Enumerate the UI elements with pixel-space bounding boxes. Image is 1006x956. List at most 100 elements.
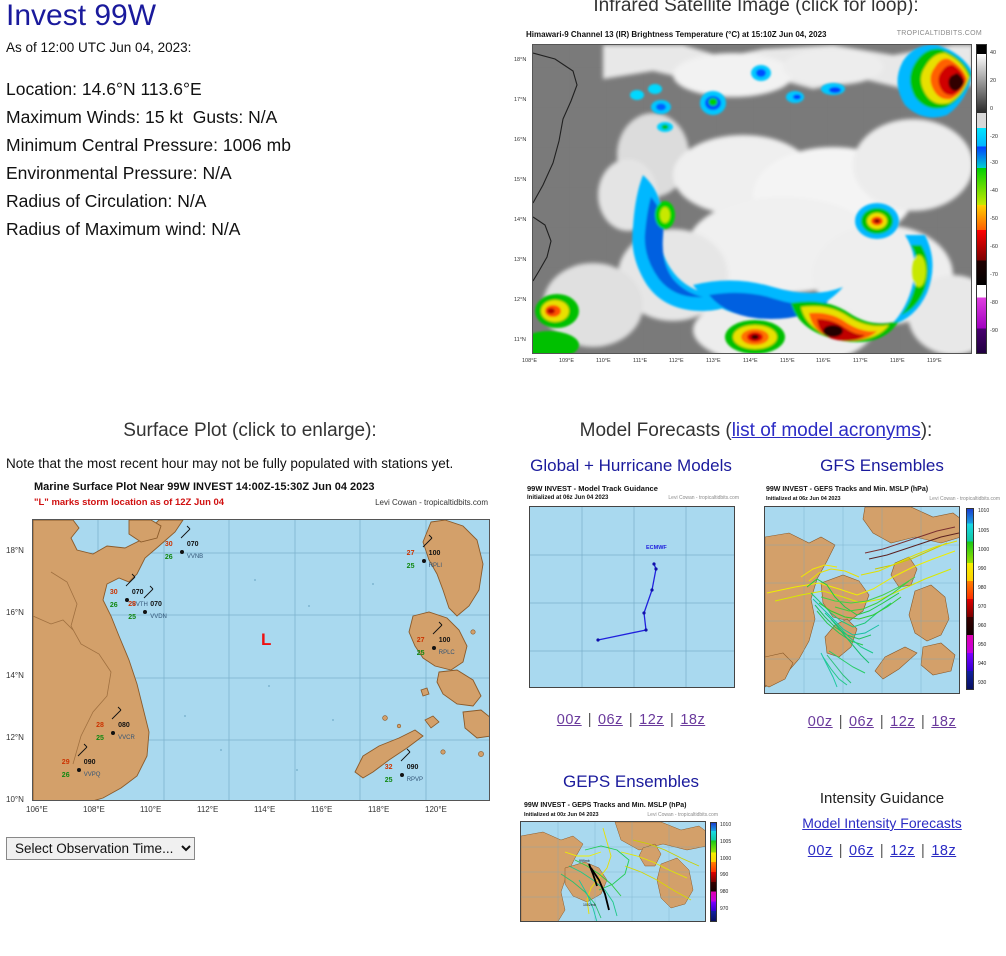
model-acronyms-link[interactable]: list of model acronyms (732, 420, 921, 441)
sat-ytick-1: 17°N (514, 97, 527, 103)
gefs-ensembles-image[interactable]: 99W INVEST - GEFS Tracks and Min. MSLP (… (762, 484, 1002, 704)
station-dewpoint: 25 (128, 613, 136, 621)
track-plot-title: 99W INVEST - Model Track Guidance (527, 484, 658, 493)
sat-ytick-5: 13°N (514, 257, 527, 263)
ecmwf-track-label: ECMWF (646, 545, 667, 551)
storm-page: Invest 99W As of 12:00 UTC Jun 04, 2023:… (0, 0, 1006, 956)
station-temperature: 28 (96, 721, 104, 729)
station-id: VVDN (150, 613, 167, 620)
global-time-12z[interactable]: 12z (639, 712, 664, 728)
stat-location: Location: 14.6°N 113.6°E (6, 79, 202, 99)
satellite-image[interactable]: Himawari-9 Channel 13 (IR) Brightness Te… (514, 26, 1006, 374)
surface-plot-section: Surface Plot (click to enlarge): Note th… (0, 420, 500, 860)
sat-xtick-3: 111°E (633, 358, 648, 364)
global-time-18z[interactable]: 18z (680, 712, 705, 728)
intensity-time-00z[interactable]: 00z (808, 843, 833, 859)
surf-ytick-1: 16°N (6, 608, 24, 617)
sat-cbtick-5: -40 (990, 188, 998, 194)
surf-xtick-0: 106°E (26, 805, 48, 814)
model-forecasts-heading: Model Forecasts (list of model acronyms)… (506, 420, 1006, 442)
station-dewpoint: 25 (96, 734, 104, 742)
geps-cbtick-2: 1000 (720, 856, 732, 862)
sat-cbtick-10: -90 (990, 328, 998, 334)
model-track-guidance-image[interactable]: 99W INVEST - Model Track Guidance Initia… (521, 484, 741, 702)
sat-xtick-5: 113°E (706, 358, 721, 364)
surf-xtick-7: 120°E (425, 805, 447, 814)
station-temperature: 28 (128, 600, 136, 608)
sat-ytick-7: 11°N (514, 337, 526, 343)
sat-xtick-11: 119°E (927, 358, 942, 364)
wind-barb-icon (111, 706, 122, 720)
panel-title-gfs-ensembles: GFS Ensembles (820, 456, 944, 475)
stat-env-pressure: Environmental Pressure: N/A (6, 163, 232, 183)
track-plot-subtitle: Initialized at 06z Jun 04 2023 (527, 495, 609, 501)
gefs-time-00z[interactable]: 00z (808, 714, 833, 730)
station-dewpoint: 25 (416, 650, 425, 658)
gefs-time-06z[interactable]: 06z (849, 714, 874, 730)
sat-cbtick-9: -80 (990, 300, 998, 306)
storm-stats-list: Location: 14.6°N 113.6°E Maximum Winds: … (6, 75, 500, 243)
gefs-cbtick-0: 1010 (978, 508, 990, 514)
sat-xtick-4: 112°E (669, 358, 684, 364)
surf-xtick-4: 114°E (254, 805, 276, 814)
geps-ensembles-image[interactable]: 99W INVEST - GEPS Tracks and Min. MSLP (… (520, 802, 742, 922)
page-title: Invest 99W (6, 0, 157, 32)
surf-xtick-3: 112°E (197, 805, 219, 814)
global-models-timebar: 00z | 06z | 12z | 18z (556, 712, 706, 728)
satellite-section: Infrared Satellite Image (click for loop… (506, 0, 1006, 380)
surf-xtick-1: 108°E (83, 805, 105, 814)
global-time-06z[interactable]: 06z (598, 712, 623, 728)
surface-heading: Surface Plot (click to enlarge): (123, 420, 377, 441)
station-temperature: 30 (164, 541, 173, 549)
observation-time-select[interactable]: Select Observation Time... (6, 837, 195, 860)
surf-xtick-5: 116°E (311, 805, 333, 814)
wind-barb-icon (143, 585, 154, 598)
model-forecasts-section: Model Forecasts (list of model acronyms)… (506, 420, 1006, 922)
station-id: VVNB (186, 554, 204, 561)
sat-xtick-1: 109°E (559, 358, 575, 364)
satellite-cloud-field (533, 45, 971, 353)
satellite-plot-area[interactable] (532, 44, 972, 354)
sat-cbtick-3: -20 (990, 134, 998, 140)
low-pressure-marker: L (261, 630, 272, 649)
gefs-map-area[interactable] (764, 506, 960, 694)
surface-plot-image[interactable]: Marine Surface Plot Near 99W INVEST 14:0… (6, 481, 498, 831)
storm-info-panel: Invest 99W As of 12:00 UTC Jun 04, 2023:… (0, 0, 500, 243)
track-map-area[interactable]: ECMWF (529, 506, 735, 688)
sat-cbtick-6: -50 (990, 216, 998, 222)
sat-xtick-9: 117°E (853, 358, 868, 364)
gefs-plot-credit: Levi Cowan - tropicaltidbits.com (929, 496, 1000, 502)
intensity-time-12z[interactable]: 12z (890, 843, 915, 859)
geps-cbtick-4: 980 (720, 889, 729, 895)
sat-ytick-0: 18°N (514, 57, 527, 63)
sat-xtick-2: 110°E (596, 358, 611, 364)
wind-barb-icon (180, 526, 191, 539)
gefs-plot-subtitle: Initialized at 06z Jun 04 2023 (766, 496, 841, 502)
intensity-time-06z[interactable]: 06z (849, 843, 874, 859)
model-intensity-forecasts-link[interactable]: Model Intensity Forecasts (802, 815, 962, 831)
surf-xtick-2: 110°E (140, 805, 162, 814)
surf-ytick-2: 14°N (6, 671, 24, 680)
track-map-graphics (530, 507, 734, 687)
surface-map-area[interactable]: L 30 26 070 VVNB 30 26 070 VVTH 28 25 070 VVDN 27 25 1… (32, 519, 490, 801)
intensity-time-18z[interactable]: 18z (931, 843, 956, 859)
station-temperature: 30 (109, 589, 118, 597)
station-temperature: 29 (61, 758, 70, 766)
sat-ytick-4: 14°N (514, 217, 527, 223)
gefs-time-18z[interactable]: 18z (931, 714, 956, 730)
gefs-mslp-colorbar (966, 508, 974, 690)
geps-mslp-colorbar (710, 822, 717, 922)
geps-map-area[interactable]: 999mb 1002mb (520, 821, 706, 922)
surf-xtick-6: 118°E (368, 805, 390, 814)
gefs-cbtick-6: 960 (978, 623, 987, 629)
gefs-time-12z[interactable]: 12z (890, 714, 915, 730)
sat-cbtick-8: -70 (990, 272, 998, 278)
global-time-00z[interactable]: 00z (557, 712, 582, 728)
station-dewpoint: 25 (384, 777, 393, 785)
sat-xtick-7: 115°E (780, 358, 795, 364)
surface-credit: Levi Cowan - tropicaltidbits.com (375, 498, 488, 507)
geps-plot-subtitle: Initialized at 00z Jun 04 2023 (524, 812, 599, 818)
surface-plot-title: Marine Surface Plot Near 99W INVEST 14:0… (34, 481, 375, 493)
sat-xtick-10: 118°E (890, 358, 905, 364)
geps-cbtick-0: 1010 (720, 822, 732, 828)
